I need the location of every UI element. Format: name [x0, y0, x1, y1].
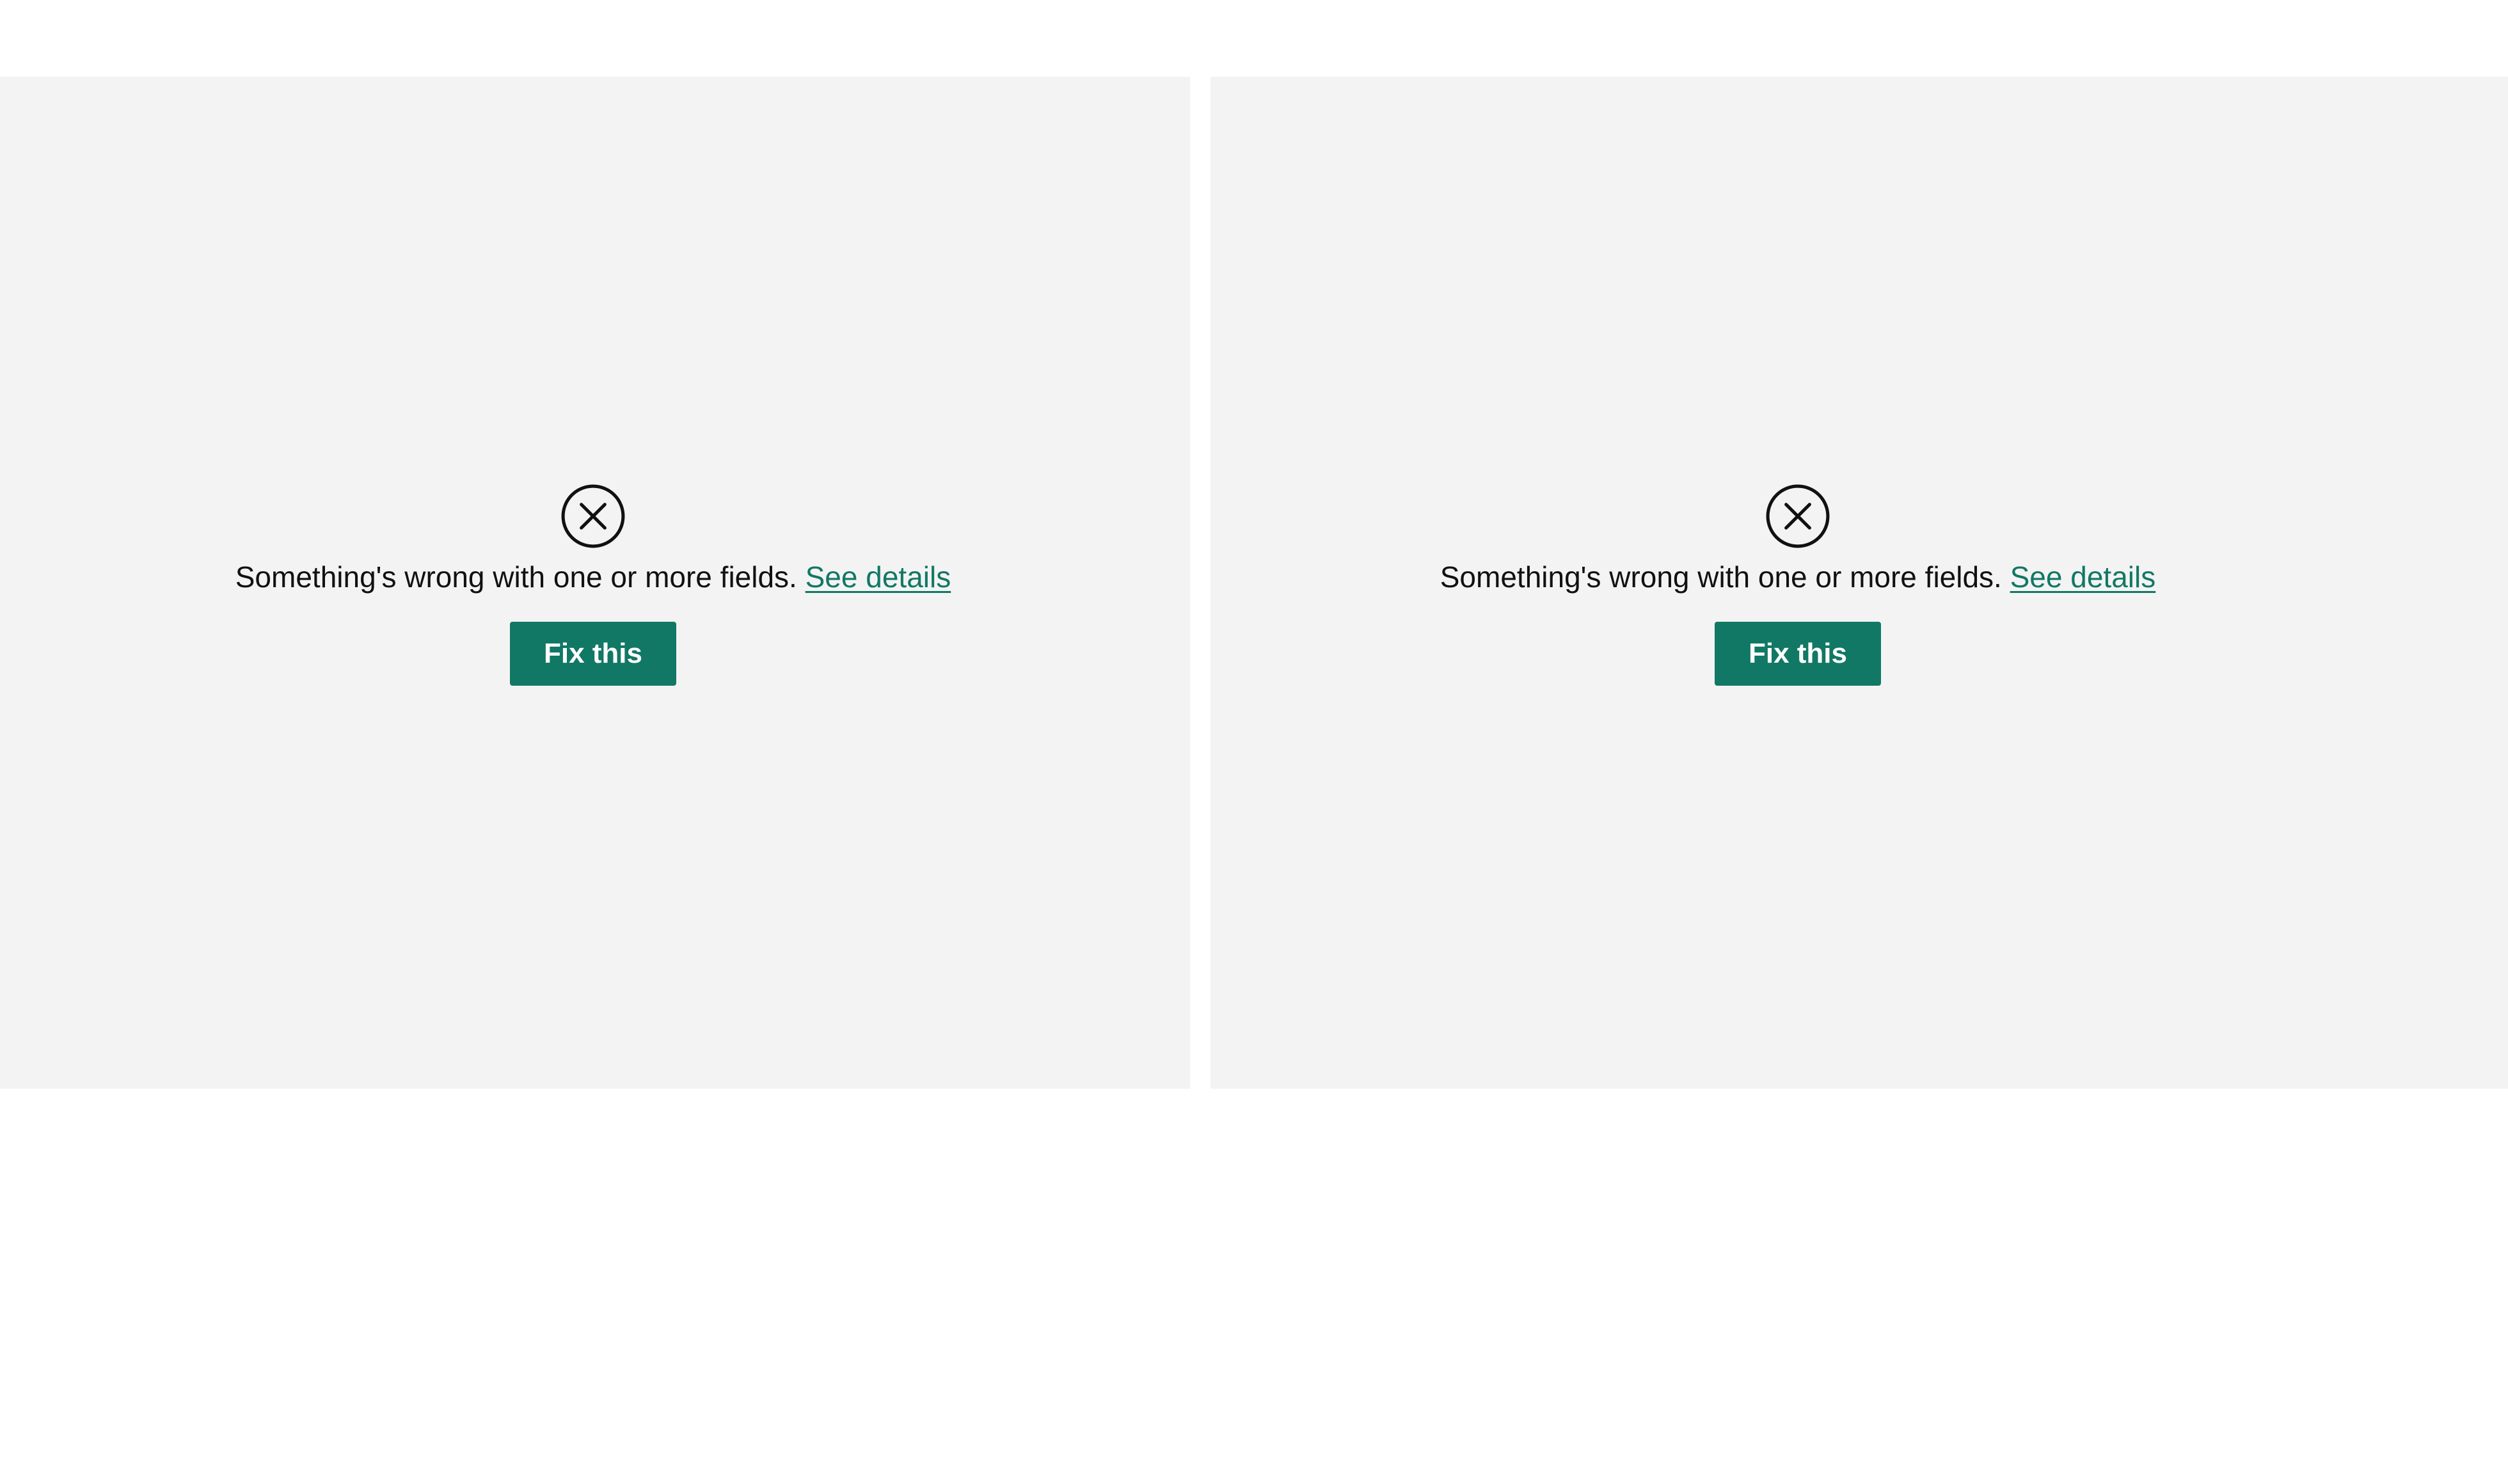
error-circle-x-icon — [561, 484, 625, 548]
canvas: Something's wrong with one or more field… — [0, 0, 2508, 1484]
fix-this-button[interactable]: Fix this — [510, 622, 676, 686]
fix-this-button[interactable]: Fix this — [1715, 622, 1881, 686]
error-message: Something's wrong with one or more field… — [1440, 556, 2155, 597]
error-circle-x-icon — [1766, 484, 1830, 548]
error-message-text: Something's wrong with one or more field… — [235, 560, 797, 594]
error-panel-left: Something's wrong with one or more field… — [0, 77, 1190, 1089]
error-panel-right: Something's wrong with one or more field… — [1210, 77, 2508, 1089]
see-details-link[interactable]: See details — [2010, 560, 2156, 594]
error-message-text: Something's wrong with one or more field… — [1440, 560, 2002, 594]
see-details-link[interactable]: See details — [806, 560, 951, 594]
error-block: Something's wrong with one or more field… — [1210, 484, 2385, 686]
error-block: Something's wrong with one or more field… — [0, 484, 1186, 686]
error-message: Something's wrong with one or more field… — [235, 556, 951, 597]
